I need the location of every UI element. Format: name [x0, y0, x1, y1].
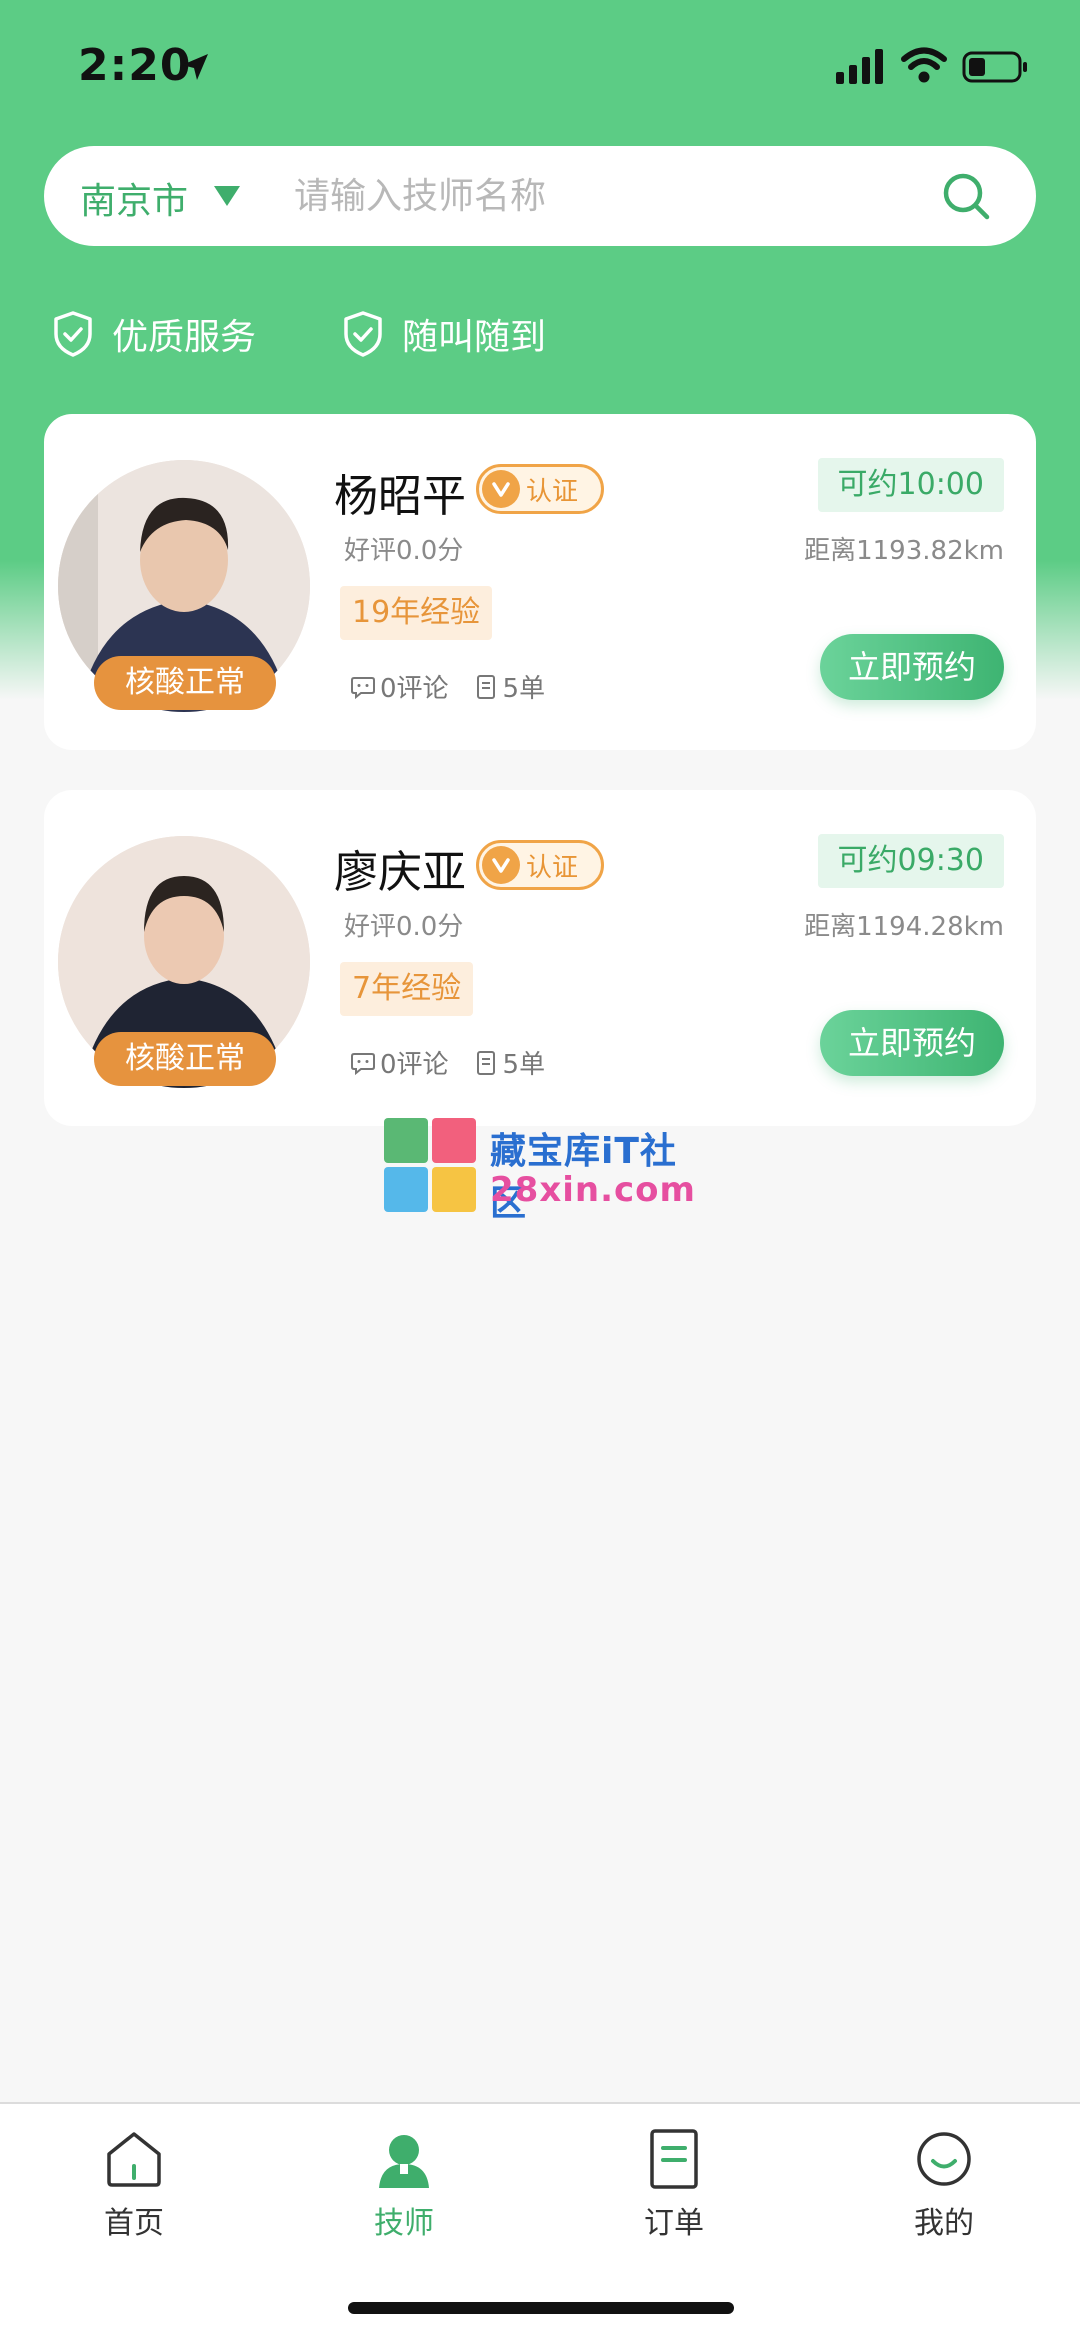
experience-tag: 7年经验: [340, 962, 474, 1016]
watermark-tiles: [384, 1118, 476, 1212]
wifi-icon: [901, 47, 947, 83]
verified-icon: [482, 846, 520, 884]
rating-text: 好评0.0分: [344, 912, 464, 942]
tab-profile[interactable]: 我的: [854, 2128, 1034, 2242]
verified-icon: [482, 470, 520, 508]
shield-check-icon: [54, 311, 92, 357]
status-time: 2:20: [78, 40, 192, 91]
feature-label: 随叫随到: [402, 317, 547, 358]
available-time: 可约09:30: [817, 834, 1004, 888]
search-icon[interactable]: [940, 170, 992, 222]
health-badge: 核酸正常: [94, 1032, 276, 1086]
book-now-button[interactable]: 立即预约: [820, 1010, 1004, 1076]
technician-icon: [379, 2135, 429, 2188]
order-icon: [650, 2129, 698, 2189]
rating-text: 好评0.0分: [344, 536, 464, 566]
profile-icon: [917, 2132, 971, 2186]
home-icon: [107, 2132, 161, 2187]
tab-label: 我的: [914, 2206, 974, 2241]
technician-stats: 0评论 5单: [350, 668, 545, 705]
tab-home[interactable]: 首页: [44, 2128, 224, 2242]
battery-icon: [962, 51, 1027, 83]
home-indicator: [348, 2302, 734, 2314]
health-badge: 核酸正常: [94, 656, 276, 710]
tab-technician[interactable]: 技师: [314, 2128, 494, 2242]
technician-name: 杨昭平: [334, 471, 466, 522]
technician-card[interactable]: 核酸正常 廖庆亚 认证 好评0.0分 7年经验 0评论 5单 可约09:30 距…: [44, 790, 1036, 1126]
distance-text: 距离1193.82km: [804, 536, 1004, 566]
order-count-icon: [476, 674, 495, 699]
experience-tag: 19年经验: [340, 586, 493, 640]
status-bar: 2:20: [0, 0, 1080, 130]
comment-count: 0评论: [380, 1050, 449, 1080]
tab-orders[interactable]: 订单: [584, 2128, 764, 2242]
watermark-url: 28xin.com: [490, 1170, 696, 1210]
certified-label: 认证: [526, 476, 579, 507]
caret-down-icon[interactable]: [212, 184, 242, 208]
search-input[interactable]: [294, 164, 934, 228]
comment-icon: [351, 1052, 375, 1075]
search-bar: 南京市: [44, 146, 1036, 246]
cellular-signal-icon: [836, 49, 883, 84]
order-count: 5单: [502, 674, 546, 704]
order-count: 5单: [502, 1050, 546, 1080]
feature-label: 优质服务: [112, 317, 257, 358]
certified-label: 认证: [526, 852, 579, 883]
distance-text: 距离1194.28km: [804, 912, 1004, 942]
technician-stats: 0评论 5单: [350, 1044, 545, 1081]
city-selector[interactable]: 南京市: [80, 172, 188, 224]
shield-check-icon: [344, 311, 382, 357]
order-count-icon: [476, 1050, 495, 1075]
location-arrow-icon: [182, 54, 208, 80]
certified-badge: 认证: [476, 840, 604, 890]
technician-name: 廖庆亚: [334, 847, 466, 898]
watermark-logo: 藏宝库iT社区 28xin.com: [384, 1118, 704, 1224]
feature-on-call: 随叫随到: [342, 306, 546, 362]
feature-quality-service: 优质服务: [52, 306, 256, 362]
book-now-button[interactable]: 立即预约: [820, 634, 1004, 700]
comment-icon: [351, 676, 375, 699]
comment-count: 0评论: [380, 674, 449, 704]
available-time: 可约10:00: [817, 458, 1004, 512]
tab-label: 首页: [104, 2206, 164, 2241]
tab-label: 订单: [644, 2206, 704, 2241]
certified-badge: 认证: [476, 464, 604, 514]
technician-card[interactable]: 核酸正常 杨昭平 认证 好评0.0分 19年经验 0评论 5单 可约10:00 …: [44, 414, 1036, 750]
tab-label: 技师: [374, 2206, 434, 2241]
